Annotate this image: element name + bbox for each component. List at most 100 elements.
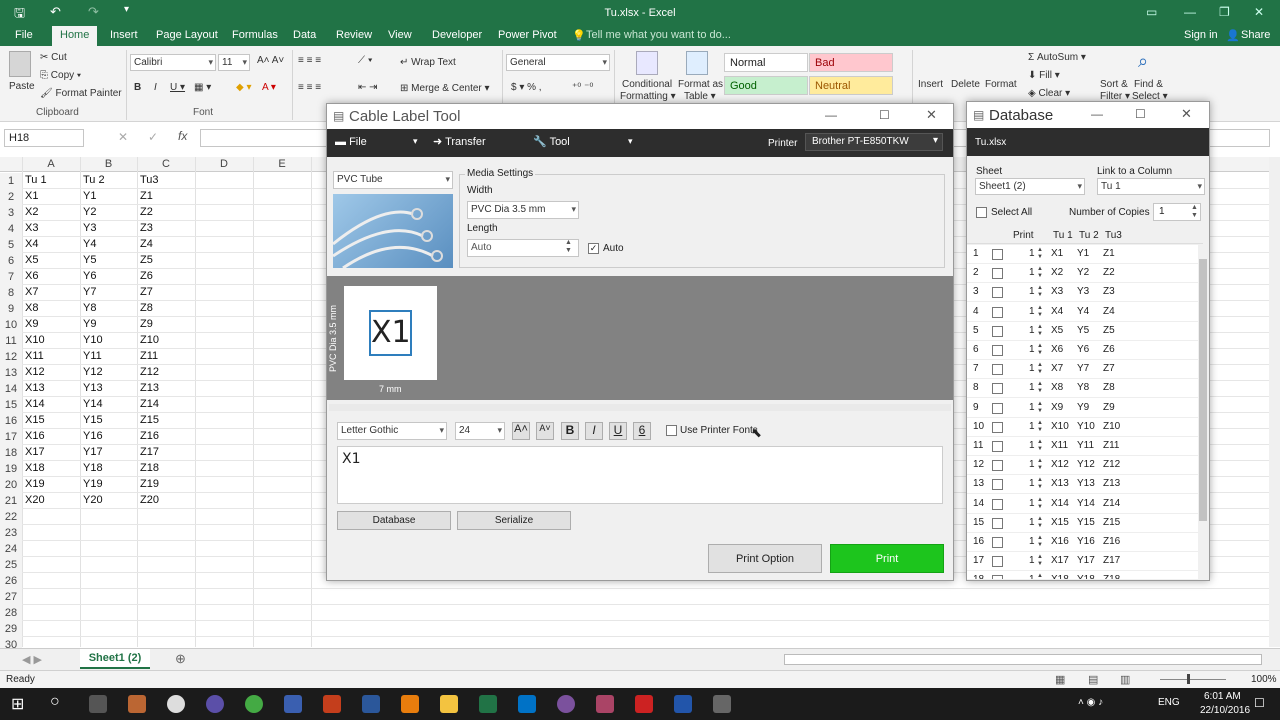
cell[interactable]: Y9 [83,318,96,330]
cell[interactable]: Z20 [140,494,159,506]
row-header[interactable]: 3 [0,205,22,221]
cell[interactable]: X15 [25,414,45,426]
tab-developer[interactable]: Developer [432,29,482,41]
cell[interactable]: Z12 [140,366,159,378]
cell[interactable]: X12 [25,366,45,378]
function-icon[interactable]: fx [178,129,187,143]
db-row-checkbox[interactable] [992,402,1003,414]
row-header[interactable]: 14 [0,381,22,397]
tab-data[interactable]: Data [293,29,316,41]
app-icon[interactable] [635,695,653,713]
db-row[interactable]: 8 1 ▲ ▼ X8 Y8 Z8 [967,379,1203,399]
app-icon[interactable] [128,695,146,713]
clt-minimize-icon[interactable]: — [825,108,837,122]
db-row[interactable]: 2 1 ▲ ▼ X2 Y2 Z2 [967,264,1203,284]
cell[interactable]: Z6 [140,270,153,282]
ribbon-display-icon[interactable]: ▭ [1146,5,1157,19]
cell[interactable]: Y8 [83,302,96,314]
label-preview[interactable]: X1 [344,286,437,380]
row-header[interactable]: 16 [0,413,22,429]
underline-six-button[interactable]: 6 [633,422,651,440]
db-row-checkbox[interactable] [992,479,1003,491]
db-row-spinner[interactable]: ▲▼ [1037,477,1043,491]
menu-tool[interactable]: 🔧 Tool [533,135,570,148]
tab-power-pivot[interactable]: Power Pivot [498,29,557,41]
db-row[interactable]: 3 1 ▲ ▼ X3 Y3 Z3 [967,283,1203,303]
row-header[interactable]: 23 [0,525,22,541]
cell[interactable]: X6 [25,270,38,282]
clock-date[interactable]: 22/10/2016 [1200,705,1250,716]
media-type-select[interactable]: PVC Tube [333,171,453,189]
db-row-checkbox[interactable] [992,537,1003,548]
clt-maximize-icon[interactable]: ☐ [879,108,890,122]
cell[interactable]: Y4 [83,238,96,250]
cell[interactable]: X16 [25,430,45,442]
search-icon[interactable]: ○ [50,693,60,711]
vertical-scrollbar[interactable] [1269,157,1280,647]
menu-file-dropdown-icon[interactable]: ▾ [413,136,418,147]
horizontal-scrollbar[interactable] [784,654,1262,665]
tab-insert[interactable]: Insert [110,29,138,41]
column-header-e[interactable]: E [253,158,311,170]
cell[interactable]: X13 [25,382,45,394]
cell[interactable]: Y17 [83,446,103,458]
db-row-checkbox[interactable] [992,287,1003,299]
cut-button[interactable]: ✂ Cut [40,52,67,63]
menu-transfer[interactable]: ➜ Transfer [433,135,486,148]
cell[interactable]: Y10 [83,334,103,346]
db-row[interactable]: 18 1▲▼ X18 Y18 Z18 [967,571,1203,579]
language-indicator[interactable]: ENG [1158,697,1180,708]
tab-home[interactable]: Home [52,26,98,46]
db-row[interactable]: 7 1 ▲ ▼ X7 Y7 Z7 [967,360,1203,380]
cell[interactable]: Z19 [140,478,159,490]
cell[interactable]: X2 [25,206,38,218]
database-button[interactable]: Database [337,511,451,530]
tab-view[interactable]: View [388,29,412,41]
db-row-checkbox[interactable] [992,383,1003,395]
tell-me-box[interactable]: Tell me what you want to do... [586,29,731,41]
wrap-text-button[interactable]: ↵ Wrap Text [400,57,456,68]
app-icon[interactable] [89,695,107,713]
link-column-select[interactable]: Tu 1 [1097,178,1205,195]
printer-select[interactable]: Brother PT-E850TKW ▾ [805,133,943,151]
indent-icon[interactable]: ⇤ ⇥ [358,82,378,93]
sheet-select[interactable]: Sheet1 (2) [975,178,1085,195]
align-top-icon[interactable]: ≡ ≡ ≡ [298,55,321,66]
cell[interactable]: Tu 1 [25,174,47,186]
db-row-checkbox[interactable] [992,306,1003,318]
increase-font-button[interactable]: A˄ [512,422,530,440]
width-select[interactable]: PVC Dia 3.5 mm [467,201,579,219]
cell[interactable]: X7 [25,286,38,298]
number-format-select[interactable]: General [506,54,610,71]
decimal-icon[interactable]: ⁺⁰ ⁻⁰ [572,82,593,93]
cell[interactable]: X8 [25,302,38,314]
notification-icon[interactable]: ☐ [1254,696,1265,710]
row-header[interactable]: 4 [0,221,22,237]
db-row[interactable]: 10 1 ▲ ▼ X10 Y10 Z10 [967,418,1203,437]
row-header[interactable]: 19 [0,461,22,477]
cell[interactable]: Z2 [140,206,153,218]
cell[interactable]: Z5 [140,254,153,266]
fill-button[interactable]: ⬇ Fill ▾ [1028,70,1060,81]
cell[interactable]: Z11 [140,350,158,362]
tab-page-layout[interactable]: Page Layout [156,29,218,41]
cell[interactable]: X18 [25,462,45,474]
sheet-tab-sheet1-2[interactable]: Sheet1 (2) [80,649,150,669]
db-close-icon[interactable]: ✕ [1181,106,1192,122]
viber-icon[interactable] [557,695,575,713]
serialize-button[interactable]: Serialize [457,511,571,530]
db-row-checkbox[interactable] [992,460,1003,472]
font-color-icon[interactable]: A ▾ [262,82,276,93]
row-header[interactable]: 13 [0,365,22,381]
row-header[interactable]: 27 [0,589,22,605]
cell[interactable]: X10 [25,334,45,346]
format-cells-button[interactable]: Format [985,79,1017,90]
paste-icon[interactable] [9,51,31,77]
format-painter-button[interactable]: 🖌 Format Painter [40,88,122,99]
name-box[interactable]: H18 [4,129,84,147]
cell[interactable]: Y15 [83,414,103,426]
cell[interactable]: Y6 [83,270,96,282]
db-table-body[interactable]: 1 1 ▲ ▼ X1 Y1 Z1 2 1 ▲ ▼ X2 Y2 Z2 3 1 ▲ ▼ X3 Y3 Z3 4 1 ▲ ▼ X4 Y4 Z4… [967,245,1203,579]
cell[interactable]: Z7 [140,286,153,298]
db-maximize-icon[interactable]: ☐ [1135,107,1146,121]
